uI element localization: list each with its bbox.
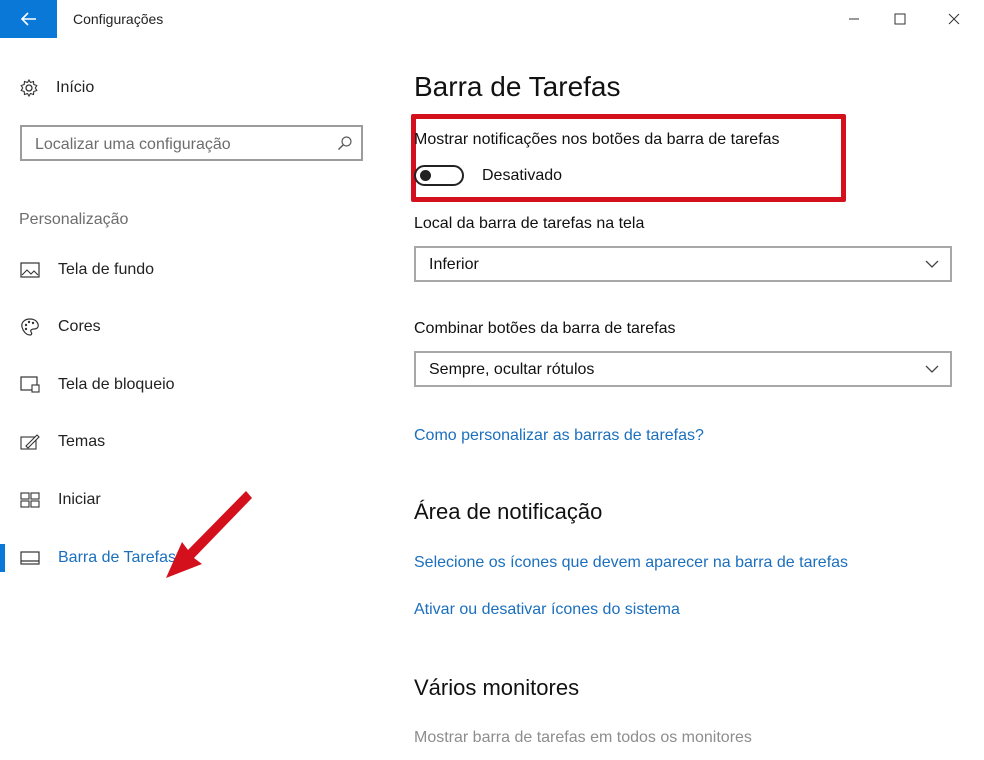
sidebar-item-lock-screen[interactable]: Tela de bloqueio (19, 370, 359, 400)
close-icon (948, 13, 960, 25)
search-input[interactable]: Localizar uma configuração (20, 125, 363, 161)
select-icons-link[interactable]: Selecione os ícones que devem aparecer n… (414, 554, 848, 572)
sidebar-item-home[interactable]: Início (19, 78, 94, 98)
section-label-personalization: Personalização (19, 211, 129, 228)
close-button[interactable] (939, 6, 969, 32)
title-bar: Configurações (0, 0, 984, 38)
combine-dropdown[interactable]: Sempre, ocultar rótulos (414, 351, 952, 387)
window-title: Configurações (73, 11, 164, 27)
highlight-box (411, 114, 846, 202)
help-link[interactable]: Como personalizar as barras de tarefas? (414, 427, 704, 445)
combine-setting-label: Combinar botões da barra de tarefas (414, 320, 676, 337)
minimize-icon (849, 18, 859, 20)
back-arrow-icon (20, 12, 36, 26)
location-setting-label: Local da barra de tarefas na tela (414, 215, 645, 232)
sidebar: Início Localizar uma configuração Person… (0, 38, 380, 760)
active-indicator (0, 544, 5, 572)
sidebar-item-label: Tela de fundo (58, 261, 155, 278)
chevron-down-icon (925, 260, 939, 268)
sidebar-item-themes[interactable]: Temas (19, 427, 359, 457)
chevron-down-icon (925, 365, 939, 373)
location-dropdown-value: Inferior (429, 256, 479, 273)
taskbar-icon (19, 547, 41, 569)
show-taskbar-all-monitors-label: Mostrar barra de tarefas em todos os mon… (414, 729, 752, 746)
back-button[interactable] (0, 0, 57, 38)
home-label: Início (56, 79, 95, 96)
sidebar-item-background[interactable]: Tela de fundo (19, 255, 359, 285)
minimize-button[interactable] (839, 6, 869, 32)
sidebar-item-colors[interactable]: Cores (19, 312, 359, 342)
red-arrow-annotation (166, 491, 252, 578)
sidebar-item-label: Barra de Tarefas (58, 549, 176, 566)
maximize-icon (894, 13, 906, 25)
search-icon[interactable] (337, 135, 353, 151)
gear-icon (20, 78, 38, 98)
multiple-monitors-heading: Vários monitores (414, 675, 580, 700)
toggle-state-label: Desativado (482, 167, 563, 184)
sidebar-item-label: Cores (58, 318, 101, 335)
picture-icon (19, 259, 41, 281)
lock-screen-icon (19, 374, 41, 396)
sidebar-item-label: Tela de bloqueio (58, 376, 175, 393)
notification-area-heading: Área de notificação (414, 499, 603, 524)
combine-dropdown-value: Sempre, ocultar rótulos (429, 361, 595, 378)
badges-setting-label: Mostrar notificações nos botões da barra… (414, 131, 780, 148)
page-title: Barra de Tarefas (414, 71, 621, 102)
search-placeholder: Localizar uma configuração (35, 136, 231, 153)
sidebar-item-label: Temas (58, 433, 106, 450)
badges-toggle[interactable] (414, 165, 464, 186)
sidebar-item-label: Iniciar (58, 491, 101, 508)
system-icons-link[interactable]: Ativar ou desativar ícones do sistema (414, 601, 680, 619)
toggle-knob (420, 170, 431, 181)
palette-icon (19, 316, 41, 338)
maximize-button[interactable] (885, 6, 915, 32)
brush-icon (19, 431, 41, 453)
start-tiles-icon (19, 489, 41, 511)
location-dropdown[interactable]: Inferior (414, 246, 952, 282)
